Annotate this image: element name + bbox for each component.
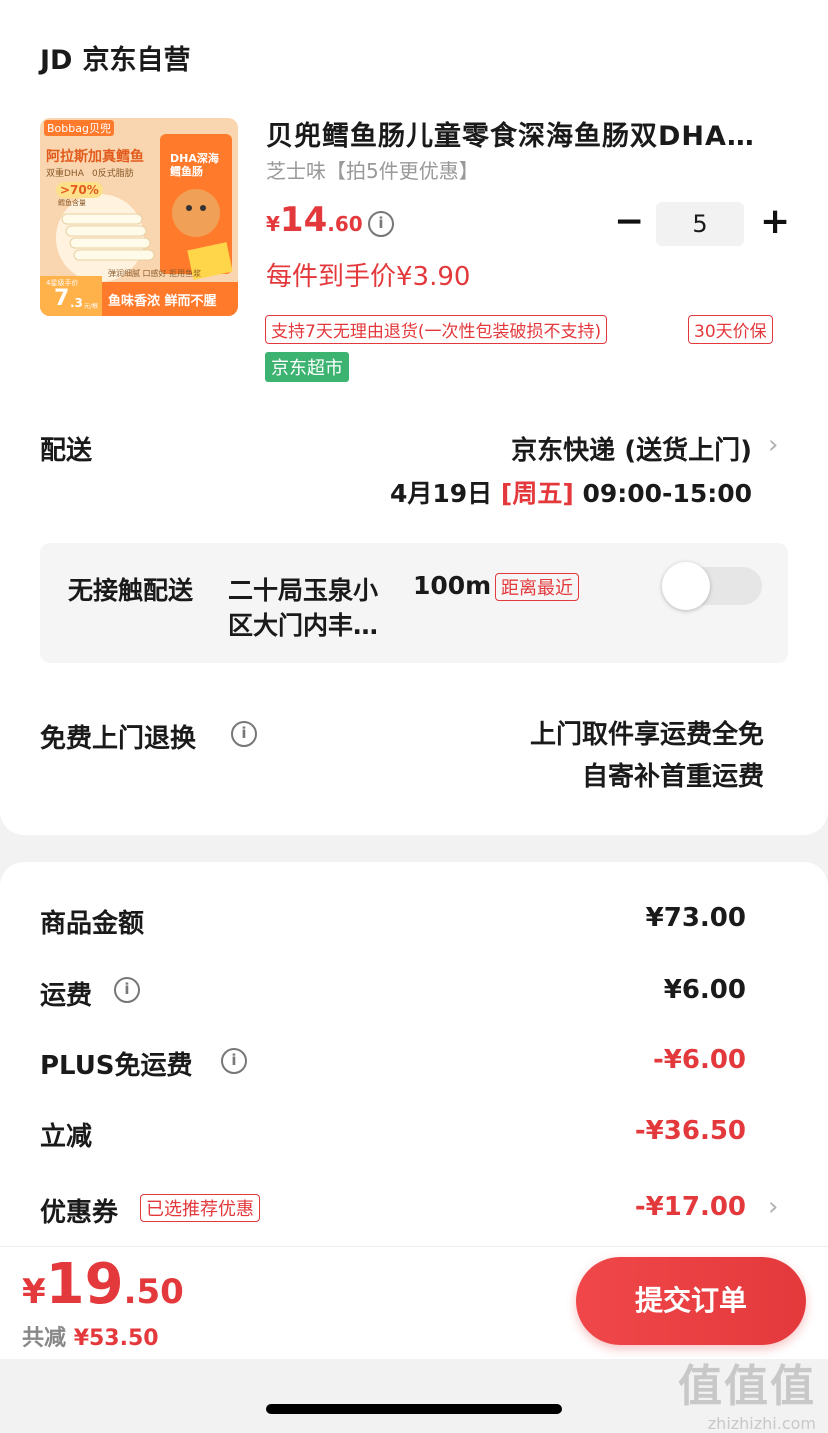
image-feats: 弹润细腻 口感好 拒用鱼浆	[108, 269, 202, 278]
image-price-small: .3	[70, 296, 83, 310]
shipping-value: ¥6.00	[663, 975, 746, 1005]
delivery-method[interactable]: 京东快递 (送货上门)	[511, 430, 752, 467]
quantity-input[interactable]: 5	[656, 202, 744, 246]
price-decimal: .60	[327, 212, 363, 236]
watermark: 值值值 zhizhizhi.com	[678, 1350, 816, 1433]
image-sub2: 0反式脂肪	[92, 169, 134, 179]
image-sub1: 双重DHA	[46, 169, 84, 179]
shipping-info-icon[interactable]: i	[114, 977, 140, 1003]
total-decimal: .50	[123, 1272, 184, 1312]
saved-label: 共减	[22, 1326, 67, 1351]
shop-name: 京东自营	[82, 45, 191, 76]
order-card: JD 京东自营 Bobbag贝兜 阿拉斯加真鳕鱼 双重DHA 0反式脂肪 >70%…	[0, 0, 828, 835]
price-protect-tag: 30天价保	[688, 315, 773, 344]
price-integer: 14	[279, 200, 328, 240]
quantity-decrease-button[interactable]: −	[614, 202, 644, 242]
price-symbol: ¥	[266, 212, 280, 236]
unit-price: 每件到手价¥3.90	[266, 262, 471, 292]
delivery-chevron-icon[interactable]: ›	[768, 430, 778, 460]
delivery-weekday: [周五]	[500, 479, 574, 508]
returns-label: 免费上门退换	[40, 724, 197, 754]
image-price-big: 7	[54, 286, 70, 311]
shipping-label: 运费	[40, 981, 93, 1011]
price-info-icon[interactable]: i	[368, 211, 394, 237]
product-title[interactable]: 贝兜鳕鱼肠儿童零食深海鱼肠双DHA…	[266, 114, 755, 153]
quantity-increase-button[interactable]: +	[760, 202, 790, 242]
submit-order-button[interactable]: 提交订单	[576, 1257, 806, 1345]
plus-free-shipping-label: PLUS免运费	[40, 1051, 193, 1081]
image-badge-sub: 鳕鱼含量	[58, 199, 86, 207]
coupon-chevron-icon[interactable]: ›	[768, 1192, 778, 1222]
delivery-timeslot: 09:00-15:00	[582, 479, 752, 508]
contactless-distance: 100m	[413, 571, 492, 600]
watermark-chars: 值值值	[678, 1361, 816, 1412]
image-price-unit: 元/根	[84, 303, 99, 310]
returns-line2: 自寄补首重运费	[581, 762, 764, 792]
return-policy-tag: 支持7天无理由退货(一次性包装破损不支持)	[265, 315, 608, 344]
product-image[interactable]: Bobbag贝兜 阿拉斯加真鳕鱼 双重DHA 0反式脂肪 >70% 鳕鱼含量 D…	[40, 118, 238, 316]
delivery-date: 4月19日	[389, 479, 493, 508]
total-integer: 19	[45, 1252, 124, 1317]
shop-header: JD 京东自营	[40, 38, 190, 77]
contactless-address-line1[interactable]: 二十局玉泉小	[228, 571, 378, 607]
delivery-label: 配送	[40, 436, 93, 466]
goods-amount-value: ¥73.00	[645, 903, 746, 933]
coupon-label[interactable]: 优惠券	[40, 1192, 118, 1229]
contactless-toggle-knob[interactable]	[662, 562, 710, 610]
delivery-time[interactable]: 4月19日 [周五] 09:00-15:00	[390, 474, 752, 510]
goods-amount-label: 商品金额	[40, 909, 145, 939]
nearest-tag: 距离最近	[495, 573, 579, 601]
returns-info-icon[interactable]: i	[231, 721, 257, 747]
watermark-url: zhizhizhi.com	[707, 1414, 816, 1433]
instant-discount-value: -¥36.50	[634, 1116, 746, 1146]
saved-value: ¥53.50	[73, 1326, 159, 1351]
returns-line1: 上门取件享运费全免	[529, 720, 764, 750]
image-headline: 阿拉斯加真鳕鱼	[46, 149, 144, 165]
total-saved: 共减 ¥53.50	[22, 1320, 159, 1352]
plus-info-icon[interactable]: i	[221, 1048, 247, 1074]
coupon-recommend-tag: 已选推荐优惠	[140, 1194, 260, 1222]
image-badge: >70%	[56, 182, 103, 198]
image-pack-title: DHA深海鳕鱼肠	[170, 152, 219, 178]
coupon-value[interactable]: -¥17.00	[635, 1192, 746, 1222]
jd-logo: JD	[40, 45, 73, 76]
instant-discount-label: 立减	[40, 1122, 93, 1152]
plus-free-shipping-value: -¥6.00	[652, 1045, 746, 1075]
image-slogan: 鱼味香浓 鲜而不腥	[108, 294, 217, 309]
home-indicator[interactable]	[266, 1404, 562, 1414]
product-spec[interactable]: 芝士味【拍5件更优惠】	[266, 155, 479, 184]
contactless-address-line2[interactable]: 区大门内丰…	[228, 606, 378, 642]
summary-card: 商品金额 ¥73.00 运费 i ¥6.00 PLUS免运费 i -¥6.00 …	[0, 862, 828, 1282]
jd-supermarket-tag: 京东超市	[265, 352, 349, 382]
total-price: ¥19.50	[22, 1252, 184, 1317]
contactless-label: 无接触配送	[68, 576, 194, 605]
product-price: ¥14.60	[266, 200, 363, 240]
image-brand: Bobbag贝兜	[44, 120, 114, 136]
total-symbol: ¥	[22, 1272, 46, 1312]
